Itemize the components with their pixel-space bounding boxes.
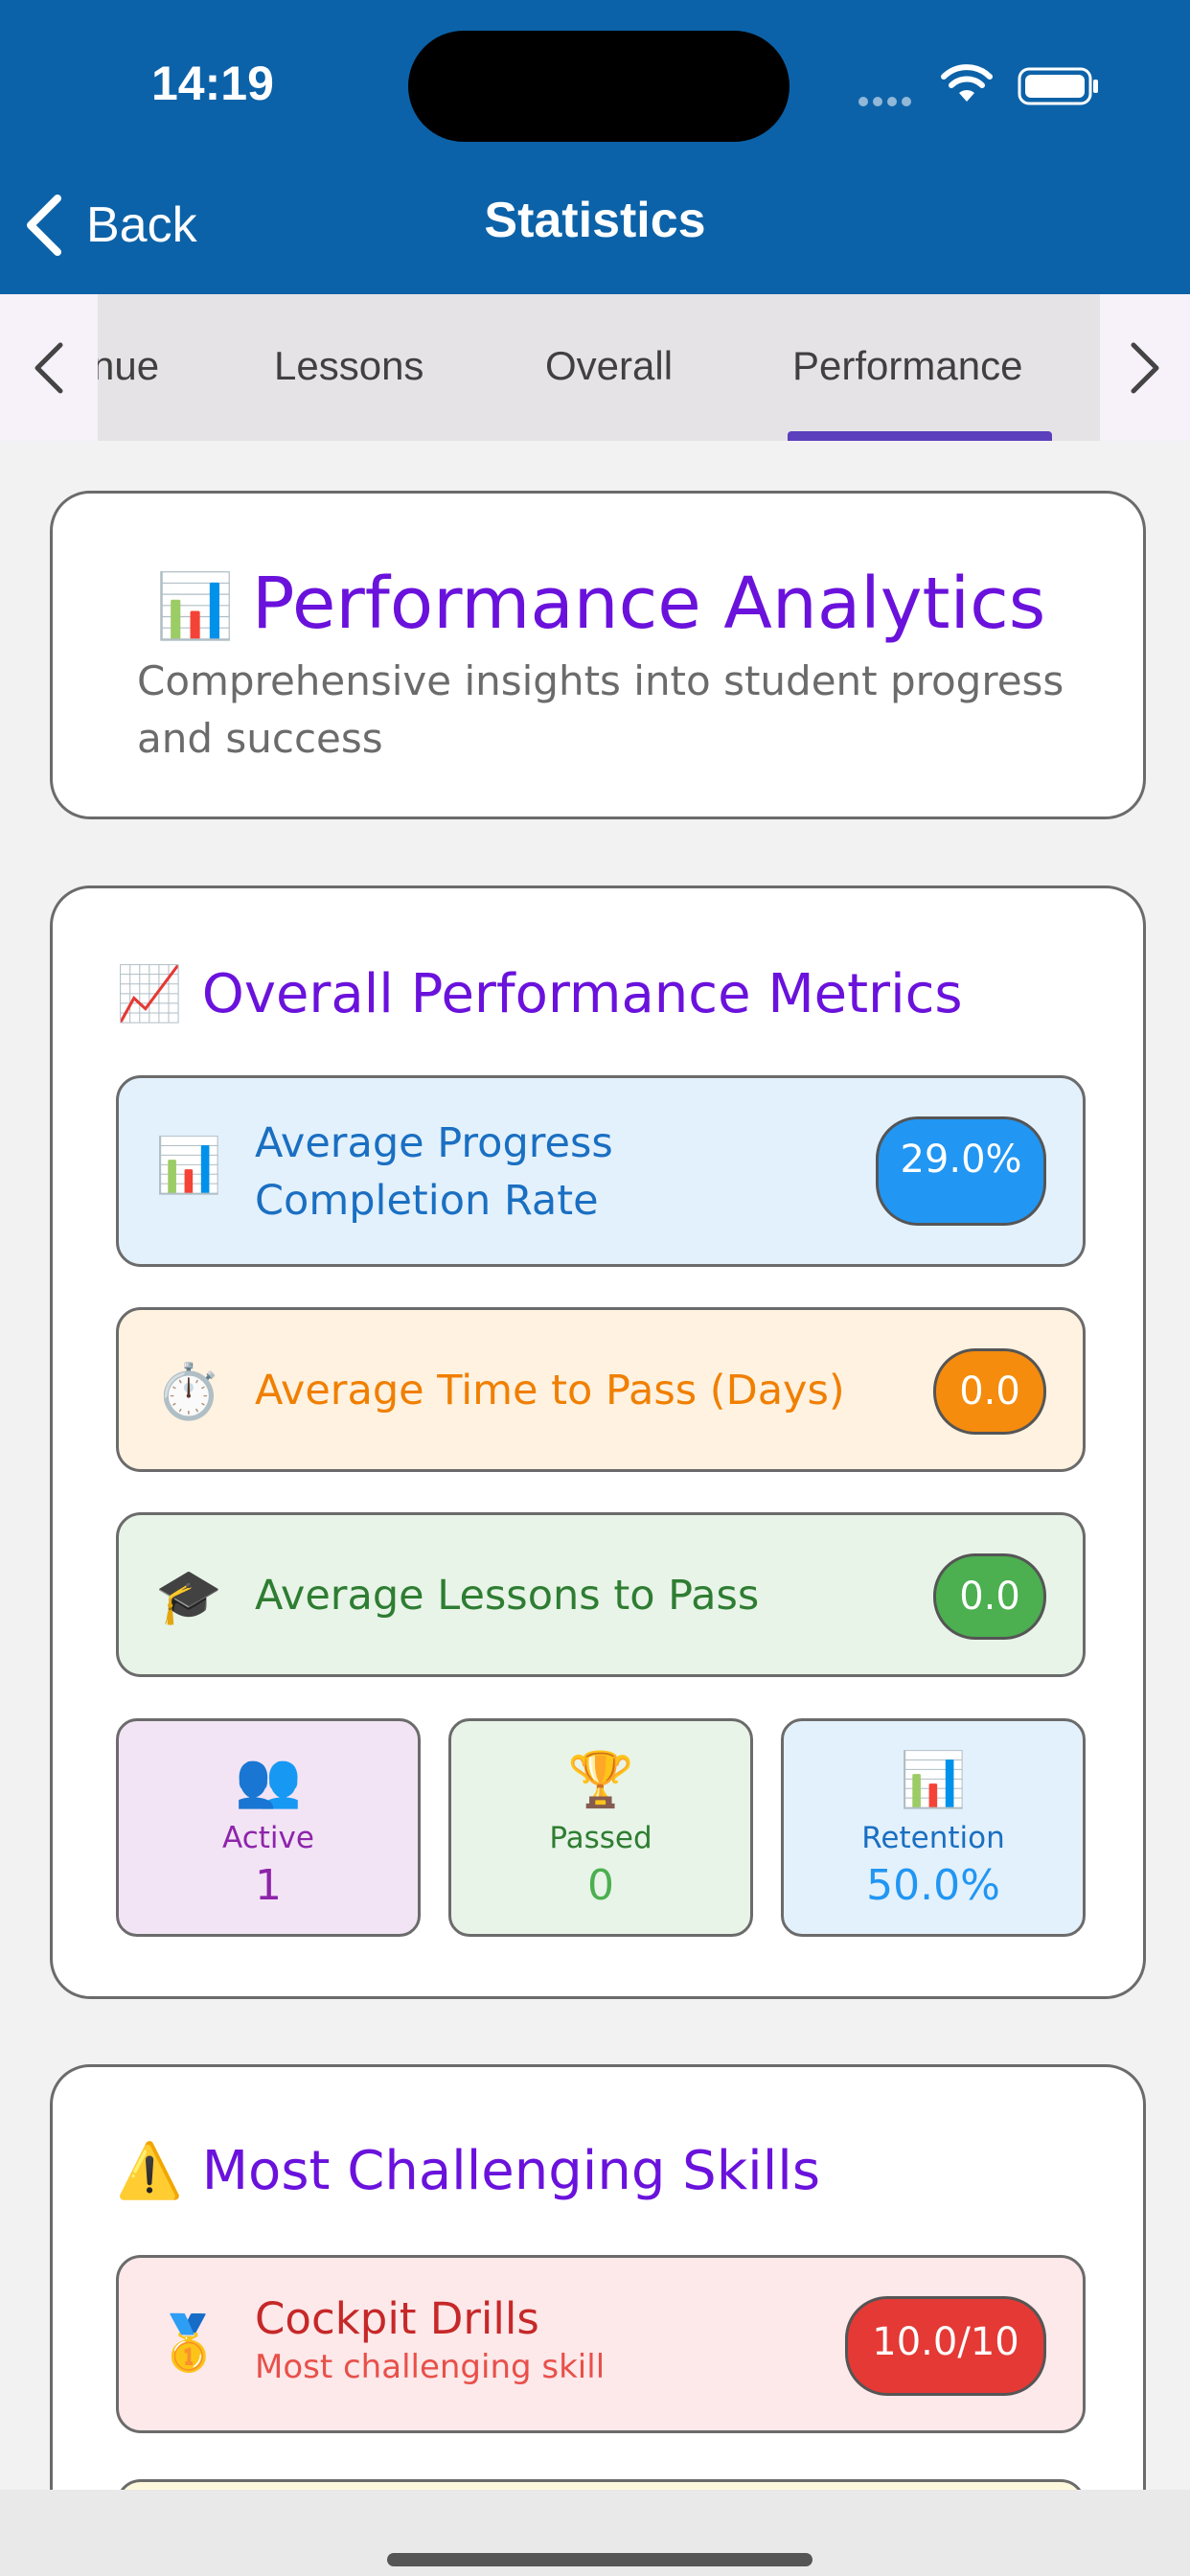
hero-title: 📊 Performance Analytics: [53, 563, 1149, 645]
metrics-section-title: 📈 Overall Performance Metrics: [116, 955, 963, 1032]
stat-value: 1: [255, 1861, 282, 1910]
chevron-left-icon: [34, 342, 63, 393]
stat-label: Retention: [861, 1821, 1005, 1855]
stat-value: 0: [587, 1861, 614, 1910]
metric-label: Average Lessons to Pass: [255, 1572, 760, 1620]
chevron-right-icon: [1131, 342, 1159, 393]
overall-metrics-card: 📈 Overall Performance Metrics 📊 Average …: [50, 886, 1146, 1999]
metric-row-progress[interactable]: 📊 Average Progress Completion Rate 29.0%: [116, 1075, 1086, 1267]
tab-scroll-right-button[interactable]: [1100, 294, 1190, 441]
bar-chart-icon: 📊: [155, 1135, 222, 1197]
skill-score-badge: 10.0/10: [845, 2296, 1046, 2396]
metric-value-badge: 0.0: [933, 1348, 1046, 1435]
stat-retention[interactable]: 📊 Retention 50.0%: [781, 1718, 1086, 1937]
chart-increasing-icon: 📈: [116, 963, 183, 1025]
hero-title-text: Performance Analytics: [251, 563, 1046, 645]
tab-bar: nue Lessons Overall Performance: [0, 294, 1190, 441]
graduation-cap-icon: 🎓: [155, 1566, 222, 1628]
metrics-section-title-text: Overall Performance Metrics: [201, 962, 963, 1025]
skill-name: Cockpit Drills: [255, 2293, 539, 2344]
tab-revenue[interactable]: nue: [98, 294, 159, 441]
performance-analytics-card: 📊 Performance Analytics Comprehensive ins…: [50, 491, 1146, 819]
status-time: 14:19: [151, 57, 274, 110]
dynamic-island: [408, 31, 790, 142]
stopwatch-icon: ⏱️: [155, 1361, 222, 1423]
cellular-signal-icon: [858, 92, 920, 106]
stat-label: Passed: [549, 1821, 652, 1855]
stat-value: 50.0%: [866, 1861, 1000, 1910]
tab-performance[interactable]: Performance: [792, 294, 1022, 441]
metric-row-lessons-to-pass[interactable]: 🎓 Average Lessons to Pass 0.0: [116, 1512, 1086, 1677]
challenging-skill-item[interactable]: 🥇 Cockpit Drills Most challenging skill …: [116, 2255, 1086, 2433]
app-header: 14:19 Back Statistics: [0, 0, 1190, 294]
stat-active[interactable]: 👥 Active 1: [116, 1718, 421, 1937]
hero-subtitle: Comprehensive insights into student prog…: [137, 657, 1064, 762]
page-title: Statistics: [484, 193, 706, 248]
stat-label: Active: [222, 1821, 314, 1855]
users-icon: 👥: [235, 1749, 302, 1811]
stat-passed[interactable]: 🏆 Passed 0: [448, 1718, 753, 1937]
metric-label: Average Progress Completion Rate: [255, 1119, 613, 1225]
wifi-icon: [941, 64, 993, 102]
challenging-section-title-text: Most Challenging Skills: [201, 2139, 820, 2202]
metric-row-time-to-pass[interactable]: ⏱️ Average Time to Pass (Days) 0.0: [116, 1307, 1086, 1472]
trophy-icon: 🏆: [567, 1749, 634, 1811]
warning-icon: ⚠️: [116, 2140, 183, 2202]
tab-overall[interactable]: Overall: [545, 294, 673, 441]
bar-chart-icon: 📊: [900, 1749, 967, 1811]
battery-icon: [1018, 67, 1098, 105]
challenging-section-title: ⚠️ Most Challenging Skills: [116, 2132, 820, 2209]
tab-lessons[interactable]: Lessons: [274, 294, 423, 441]
tabs-scroll-area[interactable]: nue Lessons Overall Performance: [98, 294, 1100, 441]
tab-scroll-left-button[interactable]: [0, 294, 98, 441]
skill-subtitle: Most challenging skill: [255, 2348, 606, 2386]
metric-value-badge: 0.0: [933, 1553, 1046, 1640]
active-tab-indicator: [788, 431, 1052, 441]
stats-grid: 👥 Active 1 🏆 Passed 0 📊 Retention 50.0%: [116, 1718, 1086, 1937]
bar-chart-icon: 📊: [155, 569, 235, 643]
home-indicator[interactable]: [387, 2553, 812, 2566]
metric-label: Average Time to Pass (Days): [255, 1367, 845, 1414]
medal-icon: 🥇: [155, 2312, 222, 2375]
metric-value-badge: 29.0%: [876, 1116, 1046, 1226]
